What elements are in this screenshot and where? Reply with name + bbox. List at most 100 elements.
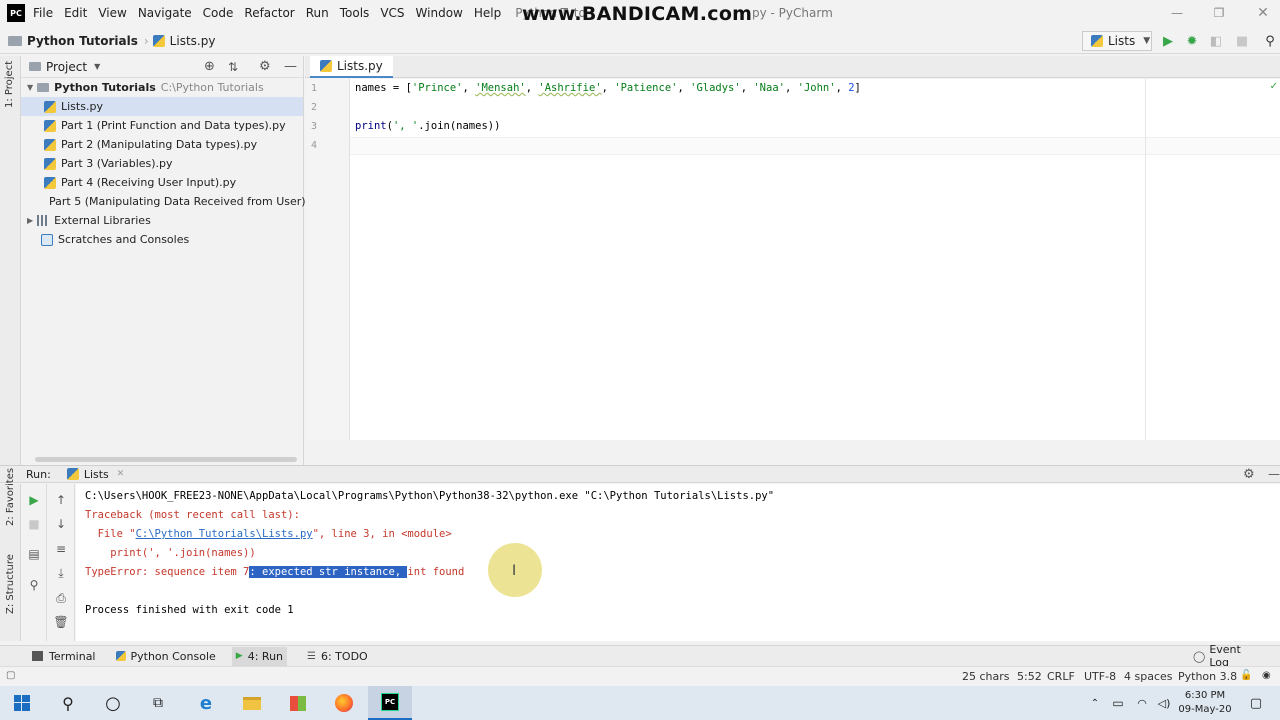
print-icon[interactable]: ⎙ [54, 591, 68, 605]
todo-tool-button[interactable]: ☰ 6: TODO [307, 650, 368, 663]
tree-external-libraries[interactable]: ▶ External Libraries [21, 211, 303, 230]
wifi-icon[interactable]: ◠ [1132, 686, 1152, 720]
run-configuration-dropdown[interactable]: Lists ▼ [1082, 31, 1152, 51]
editor-bottom-area [305, 440, 1280, 462]
python-file-icon [44, 100, 56, 113]
menu-vcs[interactable]: VCS [380, 6, 404, 20]
run-tab-lists[interactable]: Lists [84, 468, 109, 481]
debug-icon[interactable]: ✹ [1184, 33, 1200, 49]
battery-icon[interactable]: ▭ [1108, 686, 1128, 720]
file-explorer-icon[interactable] [230, 686, 274, 720]
arrow-down-icon[interactable]: ↓ [54, 517, 68, 531]
run-icon[interactable]: ▶ [1160, 33, 1176, 49]
inspector-icon[interactable]: ◉ [1262, 670, 1271, 681]
python-file-icon [44, 176, 56, 189]
tree-file[interactable]: Part 1 (Print Function and Data types).p… [21, 116, 303, 135]
console-error-line: TypeError: sequence item 7: expected str… [85, 566, 465, 578]
breadcrumb-file-label: Lists.py [169, 33, 216, 48]
soft-wrap-icon[interactable]: ≡ [54, 542, 68, 556]
run-console[interactable]: C:\Users\HOOK_FREE23-NONE\AppData\Local\… [76, 484, 1280, 641]
collapse-icon[interactable]: ⇅ [228, 60, 238, 74]
rerun-icon[interactable]: ▶ [27, 493, 41, 507]
favorites-tool-button[interactable]: 2: Favorites [5, 468, 16, 526]
console-traceback: Traceback (most recent call last): [85, 509, 300, 521]
lock-icon[interactable]: 🔓 [1240, 670, 1252, 681]
search-icon[interactable]: ⚲ [46, 686, 90, 720]
text-cursor-icon: I [512, 563, 517, 579]
hide-icon[interactable]: — [284, 59, 297, 74]
tree-file[interactable]: Part 3 (Variables).py [21, 154, 303, 173]
project-view-dropdown[interactable]: Project [46, 60, 87, 74]
tool-windows-toggle-icon[interactable]: ▢ [6, 670, 15, 681]
code-editor[interactable]: names = ['Prince', 'Mensah', 'Ashrifie',… [350, 79, 1280, 440]
volume-icon[interactable]: ◁) [1154, 686, 1174, 720]
menu-view[interactable]: View [98, 6, 126, 20]
start-button[interactable] [0, 686, 44, 720]
menu-code[interactable]: Code [203, 6, 234, 20]
hide-icon[interactable]: — [1268, 467, 1280, 481]
status-encoding[interactable]: UTF-8 [1084, 670, 1116, 683]
menu-navigate[interactable]: Navigate [138, 6, 192, 20]
gear-icon[interactable]: ⚙ [259, 59, 271, 74]
chevron-up-icon[interactable]: ⌃ [1086, 686, 1104, 720]
tree-root[interactable]: ▼ Python Tutorials C:\Python Tutorials [21, 78, 303, 97]
line-number: 2 [310, 102, 317, 113]
edge-icon[interactable]: e [184, 686, 228, 720]
expand-arrow-icon: ▼ [27, 83, 34, 92]
trash-icon[interactable]: 🗑 [53, 615, 68, 629]
gear-icon[interactable]: ⚙ [1243, 467, 1255, 482]
breadcrumb-project[interactable]: Python Tutorials [8, 34, 138, 48]
project-horizontal-scrollbar[interactable] [35, 457, 297, 462]
structure-tool-button[interactable]: Z: Structure [5, 554, 16, 614]
folder-icon [8, 35, 22, 46]
status-indent[interactable]: 4 spaces [1124, 670, 1173, 683]
status-caret-position[interactable]: 5:52 [1017, 670, 1042, 683]
close-tab-icon[interactable]: ✕ [117, 469, 125, 479]
python-console-tool-button[interactable]: Python Console [115, 650, 216, 663]
right-margin-guide [1145, 79, 1146, 440]
scroll-to-end-icon[interactable]: ⤓ [54, 566, 68, 580]
pycharm-taskbar-icon[interactable]: PC [368, 686, 412, 720]
menu-run[interactable]: Run [306, 6, 329, 20]
menu-tools[interactable]: Tools [340, 6, 370, 20]
menu-refactor[interactable]: Refactor [244, 6, 294, 20]
tree-file[interactable]: Lists.py [21, 97, 303, 116]
tree-file[interactable]: Part 4 (Receiving User Input).py [21, 173, 303, 192]
clock[interactable]: 6:30 PM 09-May-20 [1175, 686, 1235, 720]
menu-help[interactable]: Help [474, 6, 501, 20]
project-tool-button[interactable]: 1: Project [4, 61, 15, 108]
breadcrumb-separator: › [143, 33, 149, 48]
tab-lists-py[interactable]: Lists.py [310, 56, 393, 78]
window-title-suffix: py - PyCharm [752, 6, 833, 20]
locate-icon[interactable]: ⊕ [204, 59, 215, 74]
search-icon[interactable]: ⚲ [1262, 33, 1278, 49]
coverage-icon[interactable]: ◧ [1208, 33, 1224, 49]
tree-file[interactable]: Part 5 (Manipulating Data Received from … [21, 192, 323, 211]
run-tool-button[interactable]: ▶ 4: Run [231, 646, 288, 666]
inspection-ok-icon[interactable]: ✓ [1270, 81, 1278, 92]
minimize-icon[interactable]: — [1168, 4, 1186, 22]
tree-scratches[interactable]: Scratches and Consoles [21, 230, 303, 249]
arrow-up-icon[interactable]: ↑ [54, 493, 68, 507]
status-line-separator[interactable]: CRLF [1047, 670, 1075, 683]
terminal-tool-button[interactable]: Terminal [32, 650, 96, 663]
menu-window[interactable]: Window [416, 6, 463, 20]
task-view-icon[interactable]: ⧉ [136, 686, 180, 720]
menu-file[interactable]: File [33, 6, 53, 20]
layout-icon[interactable]: ▤ [27, 547, 41, 561]
pin-icon[interactable]: ⚲ [27, 578, 41, 592]
project-folder-icon [29, 62, 41, 71]
restore-icon[interactable]: ❐ [1210, 4, 1228, 22]
close-icon[interactable]: ✕ [1254, 4, 1272, 22]
tree-file[interactable]: Part 2 (Manipulating Data types).py [21, 135, 303, 154]
breadcrumb-file[interactable]: Lists.py [152, 33, 216, 48]
menu-edit[interactable]: Edit [64, 6, 87, 20]
notifications-icon[interactable]: ▢ [1240, 686, 1272, 720]
stop-icon[interactable]: ■ [27, 517, 41, 531]
store-icon[interactable] [276, 686, 320, 720]
cortana-icon[interactable]: ○ [91, 686, 135, 720]
console-file-link[interactable]: C:\Python Tutorials\Lists.py [136, 528, 313, 540]
stop-icon[interactable]: ■ [1234, 33, 1250, 49]
status-interpreter[interactable]: Python 3.8 [1178, 670, 1237, 683]
firefox-icon[interactable] [322, 686, 366, 720]
